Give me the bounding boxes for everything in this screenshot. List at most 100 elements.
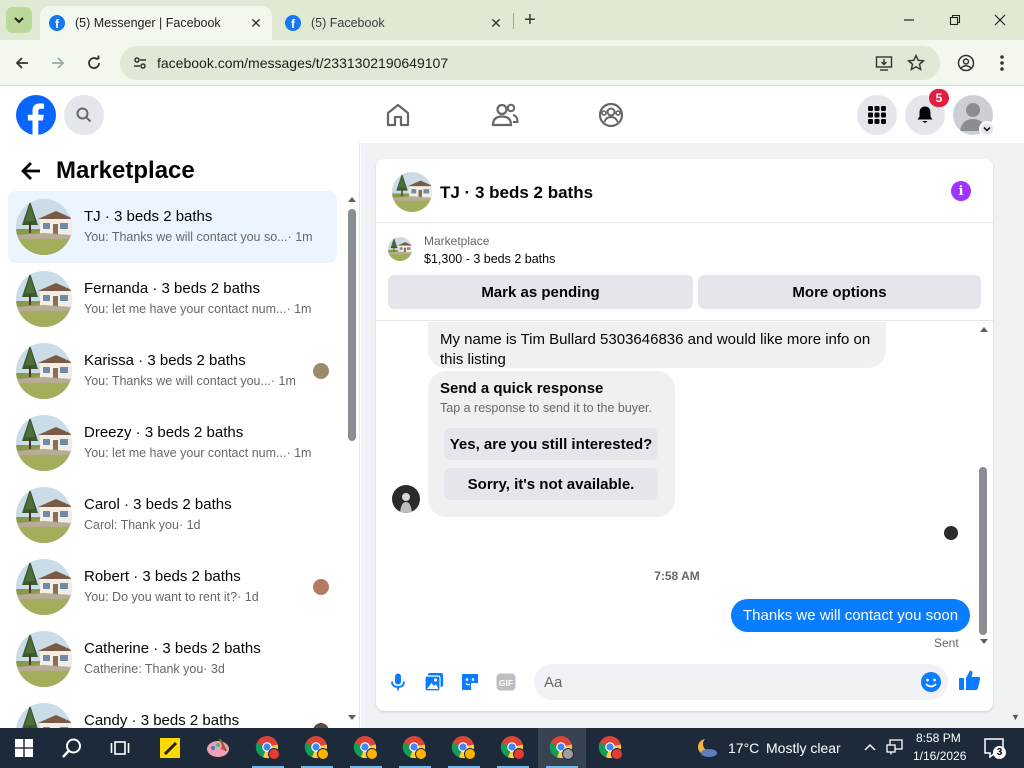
like-button[interactable] <box>958 668 982 692</box>
mark-as-pending-button[interactable]: Mark as pending <box>388 275 693 309</box>
conversation-scrollbar[interactable] <box>346 195 356 725</box>
chrome-taskbar-item[interactable] <box>538 728 586 768</box>
task-view-button[interactable] <box>96 728 144 768</box>
friends-nav-button[interactable] <box>490 100 520 130</box>
quick-response-yes-button[interactable]: Yes, are you still interested? <box>444 428 658 460</box>
search-button[interactable] <box>64 95 104 135</box>
weather-description[interactable]: Mostly clear <box>766 740 841 756</box>
close-icon[interactable]: ✕ <box>246 13 266 33</box>
browser-menu-button[interactable] <box>989 50 1015 76</box>
attach-photo-button[interactable] <box>422 670 446 694</box>
sticky-notes-app[interactable] <box>146 728 194 768</box>
listing-price[interactable]: $1,300 - 3 beds 2 baths <box>424 252 555 266</box>
chat-title[interactable]: TJ · 3 beds 2 baths <box>440 183 593 203</box>
chat-header: TJ · 3 beds 2 baths i <box>376 159 993 223</box>
action-center-button[interactable]: 3 <box>982 736 1006 760</box>
sender-avatar[interactable] <box>392 485 420 513</box>
groups-nav-button[interactable] <box>596 100 626 130</box>
restore-button[interactable] <box>941 6 969 34</box>
voice-clip-button[interactable] <box>386 670 410 694</box>
site-info-icon[interactable] <box>130 53 150 73</box>
close-icon[interactable]: ✕ <box>486 13 506 33</box>
outgoing-message-bubble[interactable]: Thanks we will contact you soon <box>731 599 971 632</box>
emoji-button[interactable] <box>920 671 942 693</box>
reload-icon <box>88 55 100 69</box>
incoming-message-text: My name is Tim Bullard 5303646836 and wo… <box>440 331 871 368</box>
scroll-up-icon[interactable] <box>979 325 989 333</box>
scroll-up-icon[interactable] <box>347 195 357 203</box>
chrome-icon <box>304 736 329 760</box>
tab-messenger[interactable]: f (5) Messenger | Facebook ✕ <box>40 6 272 40</box>
back-arrow-icon[interactable] <box>20 160 42 182</box>
listing-thumbnail <box>16 559 72 615</box>
conversation-name: Fernanda · 3 beds 2 baths <box>84 280 260 297</box>
listing-thumbnail <box>16 487 72 543</box>
conversation-item[interactable]: Fernanda · 3 beds 2 baths You: let me ha… <box>8 263 337 335</box>
conversation-time: · 1m <box>286 302 312 316</box>
conversation-name: Catherine · 3 beds 2 baths <box>84 640 261 657</box>
conversation-item[interactable]: Candy · 3 beds 2 baths <box>8 695 337 728</box>
chrome-icon <box>402 736 427 760</box>
chrome-taskbar-item[interactable] <box>391 728 439 768</box>
network-icon[interactable] <box>886 739 904 755</box>
conversation-name: Robert · 3 beds 2 baths <box>84 568 241 585</box>
home-nav-button[interactable] <box>383 100 413 130</box>
sticker-button[interactable] <box>458 670 482 694</box>
conversation-time: · 1m <box>270 374 296 388</box>
minimize-button[interactable] <box>895 6 923 34</box>
new-tab-button[interactable]: + <box>519 9 541 31</box>
chrome-taskbar-item[interactable] <box>293 728 341 768</box>
scroll-down-icon[interactable] <box>979 638 989 646</box>
clock-date[interactable]: 1/16/2026 <box>913 749 966 763</box>
chrome-taskbar-item[interactable] <box>244 728 292 768</box>
panel-title: Marketplace <box>56 157 195 184</box>
incoming-message-bubble[interactable]: My name is Tim Bullard 5303646836 and wo… <box>428 322 886 368</box>
message-input[interactable] <box>534 664 904 700</box>
chrome-taskbar-item[interactable] <box>587 728 635 768</box>
chrome-taskbar-item[interactable] <box>440 728 488 768</box>
back-button[interactable] <box>9 50 35 76</box>
weather-moon-icon[interactable] <box>695 737 719 759</box>
buyer-avatar <box>313 579 329 595</box>
show-hidden-icons-icon[interactable] <box>864 742 876 752</box>
clock-time[interactable]: 8:58 PM <box>916 731 961 745</box>
page-scroll-down-icon[interactable]: ▼ <box>1011 712 1020 722</box>
listing-small-thumbnail[interactable] <box>388 237 412 261</box>
chat-scrollbar[interactable] <box>977 322 991 652</box>
paint-palette-icon <box>207 738 229 757</box>
more-options-button[interactable]: More options <box>698 275 981 309</box>
start-button[interactable] <box>0 728 48 768</box>
scrollbar-thumb[interactable] <box>979 467 987 635</box>
menu-grid-button[interactable] <box>857 95 897 135</box>
tab-facebook[interactable]: f (5) Facebook ✕ <box>276 6 512 40</box>
scroll-down-icon[interactable] <box>347 714 357 722</box>
gif-button[interactable]: GIF <box>494 670 518 694</box>
forward-button[interactable] <box>45 50 71 76</box>
profile-button[interactable] <box>953 50 979 76</box>
tab-search-button[interactable] <box>6 7 32 33</box>
conversation-item[interactable]: Carol · 3 beds 2 baths Carol: Thank you … <box>8 479 337 551</box>
chrome-taskbar-item[interactable] <box>342 728 390 768</box>
facebook-logo-icon[interactable] <box>16 95 56 135</box>
account-menu-chevron[interactable] <box>979 121 995 137</box>
listing-thumbnail[interactable] <box>392 172 432 212</box>
bookmark-star-icon[interactable] <box>906 53 926 73</box>
search-taskbar-button[interactable] <box>48 728 96 768</box>
reload-button[interactable] <box>81 50 107 76</box>
info-button[interactable]: i <box>951 181 971 201</box>
facebook-favicon-icon: f <box>49 15 65 31</box>
install-app-icon[interactable] <box>874 53 894 73</box>
conversation-item[interactable]: TJ · 3 beds 2 baths You: Thanks we will … <box>8 191 337 263</box>
quick-response-sorry-button[interactable]: Sorry, it's not available. <box>444 468 658 500</box>
chrome-taskbar-item[interactable] <box>489 728 537 768</box>
close-window-button[interactable] <box>986 6 1014 34</box>
scrollbar-thumb[interactable] <box>348 209 356 441</box>
url-text[interactable]: facebook.com/messages/t/2331302190649107 <box>157 55 448 71</box>
conversation-item[interactable]: Karissa · 3 beds 2 baths You: Thanks we … <box>8 335 337 407</box>
conversation-item[interactable]: Catherine · 3 beds 2 baths Catherine: Th… <box>8 623 337 695</box>
paint-app[interactable] <box>194 728 242 768</box>
address-bar[interactable]: facebook.com/messages/t/2331302190649107 <box>120 46 940 80</box>
conversation-item[interactable]: Robert · 3 beds 2 baths You: Do you want… <box>8 551 337 623</box>
conversation-item[interactable]: Dreezy · 3 beds 2 baths You: let me have… <box>8 407 337 479</box>
weather-temperature[interactable]: 17°C <box>728 740 759 756</box>
